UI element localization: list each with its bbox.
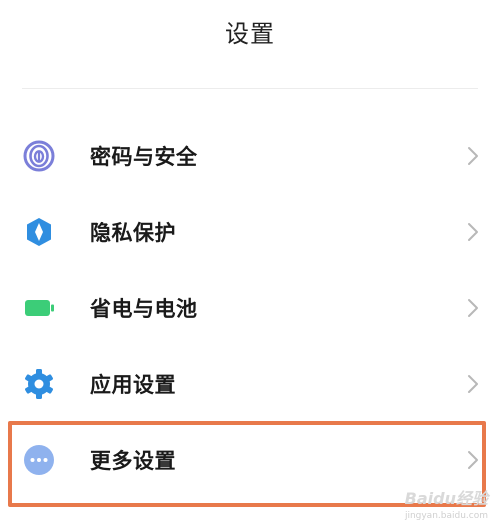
settings-item-privacy[interactable]: 隐私保护 (0, 194, 500, 270)
watermark-brand: Baidu经验 (404, 489, 488, 508)
settings-item-label: 省电与电池 (90, 297, 198, 321)
watermark-domain: jingyan.baidu.com (404, 511, 488, 521)
shield-icon (22, 215, 56, 249)
settings-list: 密码与安全 隐私保护 省电与电池 应用设置 更多设置 (0, 118, 500, 498)
page-title: 设置 (225, 20, 275, 48)
settings-item-battery[interactable]: 省电与电池 (0, 270, 500, 346)
settings-item-password-security[interactable]: 密码与安全 (0, 118, 500, 194)
settings-item-label: 更多设置 (90, 449, 176, 473)
fingerprint-icon (22, 139, 56, 173)
chevron-right-icon (466, 449, 480, 471)
battery-icon (22, 291, 56, 325)
watermark: Baidu经验 jingyan.baidu.com (384, 485, 488, 521)
more-dots-icon (22, 443, 56, 477)
chevron-right-icon (466, 297, 480, 319)
chevron-right-icon (466, 221, 480, 243)
settings-item-label: 应用设置 (90, 373, 176, 397)
settings-item-label: 隐私保护 (90, 221, 176, 245)
chevron-right-icon (466, 373, 480, 395)
settings-item-label: 密码与安全 (90, 145, 198, 169)
header: 设置 (0, 0, 500, 90)
chevron-right-icon (466, 145, 480, 167)
header-divider (22, 88, 478, 89)
settings-item-app-settings[interactable]: 应用设置 (0, 346, 500, 422)
gear-icon (22, 367, 56, 401)
